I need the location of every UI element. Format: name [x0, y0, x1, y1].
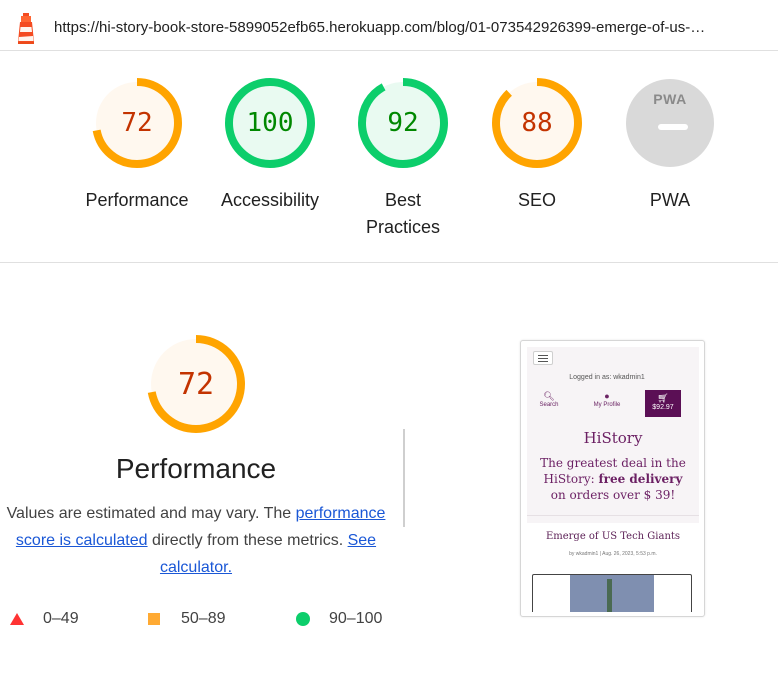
thumb-search: 🔍︎ Search	[537, 391, 561, 408]
desc-prefix: Values are estimated and may vary. The	[6, 505, 296, 522]
thumb-search-label: Search	[539, 402, 559, 408]
hamburger-menu-icon	[533, 351, 553, 365]
legend-range: 50–89	[181, 610, 226, 627]
gauge-seo[interactable]: 88 SEO	[470, 75, 604, 214]
average-square-icon	[148, 613, 160, 625]
gauge-label: PWA	[649, 190, 691, 210]
section-divider	[403, 429, 405, 527]
lighthouse-icon	[18, 13, 34, 44]
desc-middle: directly from these metrics.	[147, 532, 348, 549]
performance-detail-score: 72	[177, 367, 215, 402]
thumbnail-content: Logged in as: wkadmin1 🔍︎ Search ● My Pr…	[527, 347, 699, 612]
legend-average: 50–89	[148, 609, 248, 629]
thumb-post-image	[532, 574, 692, 612]
thumb-cart: 🛒︎ $92.97	[645, 390, 681, 417]
gauge-score: 100	[246, 108, 294, 138]
thumb-separator	[527, 515, 699, 516]
pass-circle-icon	[296, 612, 310, 626]
gauge-accessibility[interactable]: 100 Accessibility	[203, 75, 337, 214]
pwa-dash-icon	[658, 124, 688, 130]
category-gauges: 72 Performance 100 Accessibility 92 Best…	[0, 51, 778, 263]
fail-triangle-icon	[10, 613, 24, 625]
page-url: https://hi-story-book-store-5899052efb65…	[54, 19, 706, 36]
cart-icon: 🛒︎	[657, 393, 669, 403]
url-bar: https://hi-story-book-store-5899052efb65…	[0, 0, 778, 51]
thumb-cart-total: $92.97	[652, 404, 674, 411]
search-icon: 🔍︎	[543, 391, 555, 401]
thumb-post-meta: by wkadmin1 | Aug. 26, 2023, 5:53 p.m.	[569, 551, 657, 557]
gauge-pwa[interactable]: PWA PWA	[603, 75, 737, 214]
pwa-icon	[626, 79, 714, 167]
thumb-profile-label: My Profile	[593, 402, 621, 408]
gauge-label: SEO	[517, 190, 556, 210]
legend-pass: 90–100	[296, 609, 396, 629]
performance-description: Values are estimated and may vary. The p…	[4, 500, 388, 581]
gauge-label: Best Practices	[365, 190, 441, 237]
thumb-promo-suffix: on orders over $ 39!	[550, 488, 676, 502]
page-screenshot-thumbnail[interactable]: Logged in as: wkadmin1 🔍︎ Search ● My Pr…	[520, 340, 705, 617]
gauge-score: 92	[387, 108, 419, 138]
gauge-label: Accessibility	[220, 190, 320, 210]
gauge-label: Performance	[85, 190, 189, 210]
gauge-performance[interactable]: 72 Performance	[70, 75, 204, 214]
statue-of-liberty-image	[607, 579, 612, 612]
legend-fail: 0–49	[10, 609, 90, 629]
thumb-post-title: Emerge of US Tech Giants	[545, 531, 681, 542]
thumb-profile: ● My Profile	[589, 391, 625, 408]
gauge-score: 88	[521, 108, 553, 138]
thumb-brand: HiStory	[583, 429, 643, 447]
legend-range: 90–100	[329, 610, 383, 627]
thumb-post-card: Emerge of US Tech Giants by wkadmin1 | A…	[527, 523, 699, 612]
gauge-best-practices[interactable]: 92 Best Practices	[336, 75, 470, 241]
legend-range: 0–49	[43, 610, 79, 627]
user-icon: ●	[604, 391, 610, 401]
thumb-promo: The greatest deal in the HiStory: free d…	[535, 455, 691, 503]
gauge-score: 72	[121, 108, 153, 138]
pwa-badge-text: PWA	[653, 91, 687, 107]
logged-in-text: Logged in as: wkadmin1	[569, 374, 645, 381]
performance-detail-title: Performance	[115, 453, 277, 484]
thumb-promo-bold: free delivery	[598, 472, 683, 486]
